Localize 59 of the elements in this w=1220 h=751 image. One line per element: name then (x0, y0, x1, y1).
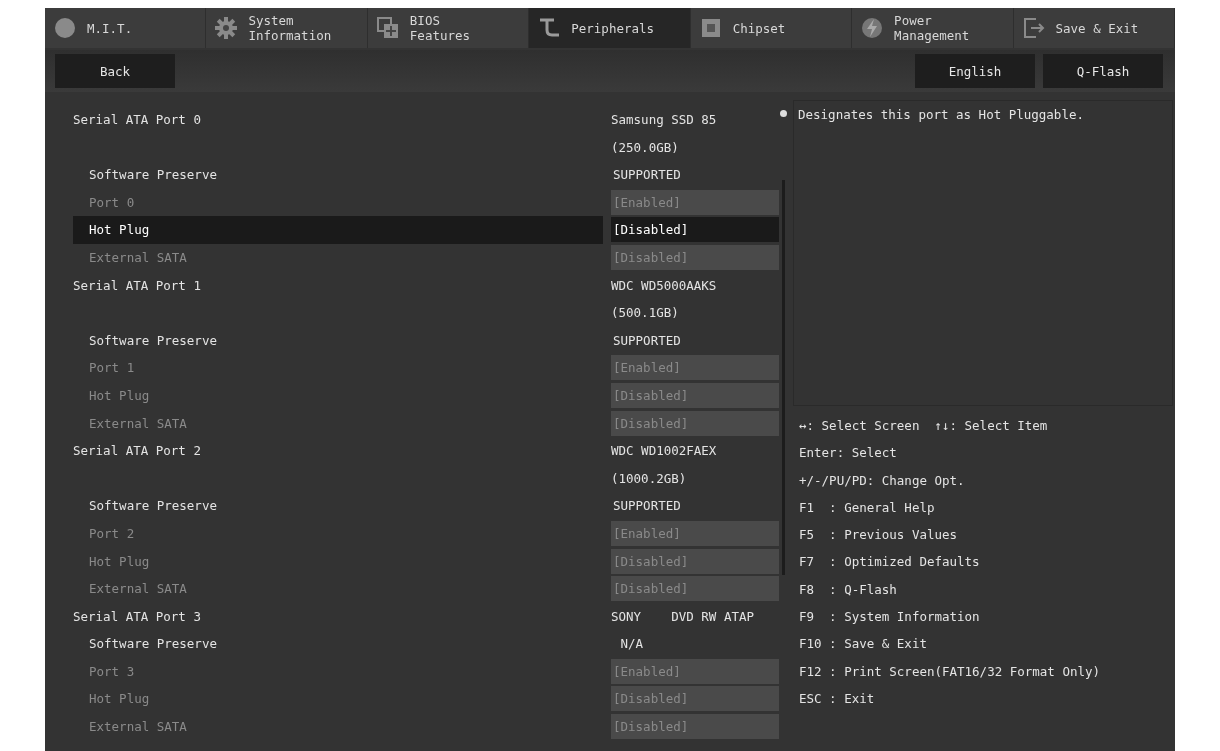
setting-value: SUPPORTED (612, 497, 682, 516)
key-hint: F8 : Q-Flash (799, 580, 898, 599)
setting-label: Port 0 (88, 193, 136, 212)
setting-label: Port 2 (88, 524, 136, 543)
key-hint: F1 : General Help (799, 498, 936, 517)
setting-value: N/A (619, 635, 645, 654)
setting-label[interactable]: Software Preserve (73, 492, 603, 520)
setting-label: External SATA (88, 248, 188, 267)
setting-label[interactable]: Software Preserve (73, 326, 603, 355)
setting-value: SUPPORTED (612, 166, 682, 185)
menu-tab[interactable]: System Information (206, 8, 368, 48)
help-text: Designates this port as Hot Pluggable. (798, 107, 1084, 122)
port-label: Serial ATA Port 0 (73, 111, 202, 129)
setting-label[interactable]: Software Preserve (73, 630, 603, 658)
port-label: Serial ATA Port 1 (73, 276, 202, 295)
exit-icon (1021, 16, 1046, 40)
setting-label: Hot Plug (88, 690, 151, 709)
back-button[interactable]: Back (55, 54, 175, 88)
menu-tab[interactable]: Peripherals (529, 8, 691, 48)
setting-label: Hot Plug (88, 552, 151, 571)
device-name: WDC WD1002FAEX (611, 442, 717, 461)
setting-value[interactable]: [Disabled] (611, 217, 779, 243)
setting-value: SUPPORTED (612, 331, 682, 350)
device-name: (1000.2GB) (611, 469, 688, 488)
setting-label: Port 1 (88, 359, 136, 378)
key-hint: F7 : Optimized Defaults (799, 553, 981, 572)
setting-label[interactable]: Hot Plug (73, 216, 603, 244)
setting-label[interactable]: Software Preserve (73, 161, 603, 189)
menu-tab[interactable]: Chipset (690, 8, 853, 48)
menu-tab[interactable]: M.I.T. (45, 8, 207, 48)
device-name: Samsung SSD 85 (611, 111, 717, 129)
key-hint: F10 : Save & Exit (799, 635, 928, 654)
device-name: (250.0GB) (611, 138, 680, 157)
key-hint: F12 : Print Screen(FAT16/32 Format Only) (799, 662, 1102, 681)
toolbar-button[interactable]: Q-Flash (1043, 54, 1163, 88)
device-name: SONY DVD RW ATAP (611, 607, 754, 626)
key-hint: F9 : System Information (799, 608, 981, 627)
setting-label: External SATA (88, 580, 188, 599)
key-hint: Enter: Select (799, 444, 898, 463)
plug-icon (537, 16, 562, 40)
menu-tab[interactable]: Save & Exit (1013, 8, 1175, 48)
setting-label: Port 3 (88, 662, 136, 681)
plus-square-icon (375, 16, 400, 40)
gear-icon (214, 16, 239, 40)
key-hint: +/-/PU/PD: Change Opt. (799, 471, 966, 490)
disc-icon (53, 16, 77, 40)
menu-tab[interactable]: Power Management (852, 8, 1014, 48)
setting-label: External SATA (88, 718, 188, 737)
setting-label: External SATA (88, 414, 188, 433)
port-label: Serial ATA Port 2 (73, 442, 202, 461)
key-hint: ESC : Exit (799, 689, 876, 708)
port-label: Serial ATA Port 3 (73, 607, 202, 626)
key-hint: ↔: Select Screen ↑↓: Select Item (799, 417, 1049, 435)
lightning-icon (860, 16, 885, 40)
key-hint: F5 : Previous Values (799, 526, 959, 545)
setting-label: Hot Plug (88, 386, 151, 405)
device-name: (500.1GB) (611, 304, 680, 323)
device-name: WDC WD5000AAKS (611, 276, 717, 295)
toolbar-button[interactable]: English (915, 54, 1035, 88)
